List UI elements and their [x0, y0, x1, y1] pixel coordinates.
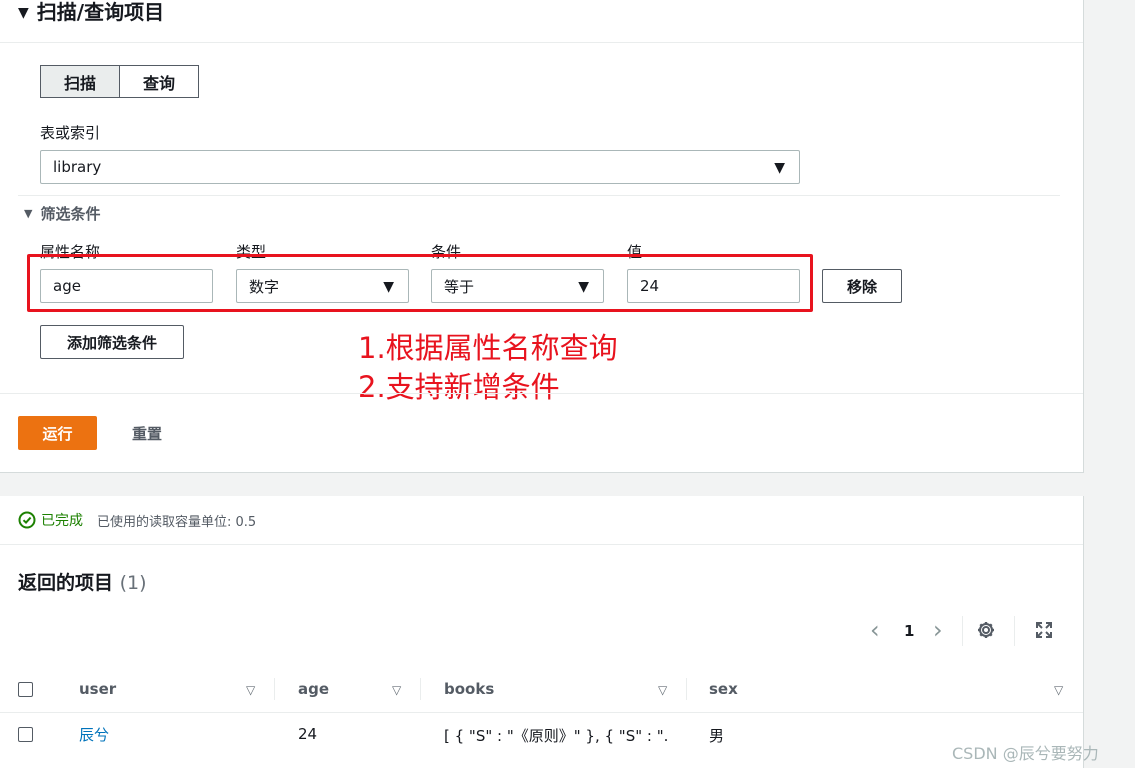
results-title: 返回的项目 (1) — [18, 568, 147, 595]
status-bar: 已完成 已使用的读取容量单位: 0.5 — [18, 510, 256, 530]
fullscreen-icon[interactable] — [1035, 621, 1053, 639]
annotation-line-1: 1.根据属性名称查询 — [358, 331, 618, 365]
column-separator[interactable] — [274, 678, 275, 700]
table-index-value: library — [53, 158, 102, 176]
cell-user-link[interactable]: 辰兮 — [79, 724, 109, 745]
select-all-checkbox[interactable] — [18, 682, 33, 697]
remove-filter-button[interactable]: 移除 — [822, 269, 902, 303]
table-index-label: 表或索引 — [40, 124, 101, 142]
results-panel: 已完成 已使用的读取容量单位: 0.5 返回的项目 (1) ‹ 1 › user… — [0, 496, 1084, 768]
status-text: 已完成 — [41, 513, 83, 529]
filter-section-title: 筛选条件 — [40, 205, 101, 223]
filter-section-toggle[interactable]: ▼ 筛选条件 — [24, 203, 100, 224]
divider — [18, 195, 1060, 196]
divider — [0, 393, 1083, 394]
sort-caret-icon[interactable]: ▽ — [1054, 683, 1063, 697]
sort-caret-icon[interactable]: ▽ — [246, 683, 255, 697]
run-button[interactable]: 运行 — [18, 416, 97, 450]
capacity-text: 已使用的读取容量单位: 0.5 — [97, 514, 257, 530]
panel-title[interactable]: ▼ 扫描/查询项目 — [18, 0, 164, 25]
column-header-user[interactable]: user — [79, 680, 116, 698]
watermark: CSDN @辰兮要努力 — [952, 744, 1099, 763]
annotation-line-2: 2.支持新增条件 — [358, 370, 560, 404]
page-number[interactable]: 1 — [904, 622, 914, 640]
divider — [962, 616, 963, 646]
column-header-sex[interactable]: sex — [709, 680, 738, 698]
cell-sex: 男 — [709, 727, 725, 745]
row-checkbox[interactable] — [18, 727, 33, 742]
divider — [0, 42, 1083, 43]
add-filter-button[interactable]: 添加筛选条件 — [40, 325, 184, 359]
tab-query[interactable]: 查询 — [119, 65, 199, 98]
panel-title-text: 扫描/查询项目 — [36, 0, 165, 24]
sort-caret-icon[interactable]: ▽ — [392, 683, 401, 697]
column-separator[interactable] — [420, 678, 421, 700]
annotation-highlight-box — [27, 254, 813, 312]
sort-caret-icon[interactable]: ▽ — [658, 683, 667, 697]
scan-query-panel: ▼ 扫描/查询项目 扫描 查询 表或索引 library ▼ ▼ 筛选条件 属性名称… — [0, 0, 1084, 473]
table-index-select[interactable]: library ▼ — [40, 150, 800, 184]
gear-icon[interactable] — [976, 620, 996, 640]
collapse-triangle-icon: ▼ — [24, 207, 33, 220]
reset-button[interactable]: 重置 — [132, 423, 162, 444]
cell-books: [ { "S" : "《原则》" }, { "S" : "... — [444, 727, 669, 745]
divider — [1014, 616, 1015, 646]
next-page-icon[interactable]: › — [933, 618, 943, 642]
collapse-triangle-icon[interactable]: ▼ — [18, 5, 29, 21]
results-title-text: 返回的项目 — [18, 572, 114, 594]
check-circle-icon — [18, 511, 36, 529]
dropdown-caret-icon: ▼ — [774, 160, 785, 176]
divider — [0, 544, 1083, 545]
results-count: (1) — [119, 572, 147, 594]
column-header-age[interactable]: age — [298, 680, 329, 698]
divider — [0, 712, 1083, 713]
prev-page-icon[interactable]: ‹ — [870, 618, 880, 642]
column-header-books[interactable]: books — [444, 680, 494, 698]
cell-age: 24 — [298, 725, 318, 743]
column-separator[interactable] — [686, 678, 687, 700]
tab-scan[interactable]: 扫描 — [40, 65, 120, 98]
